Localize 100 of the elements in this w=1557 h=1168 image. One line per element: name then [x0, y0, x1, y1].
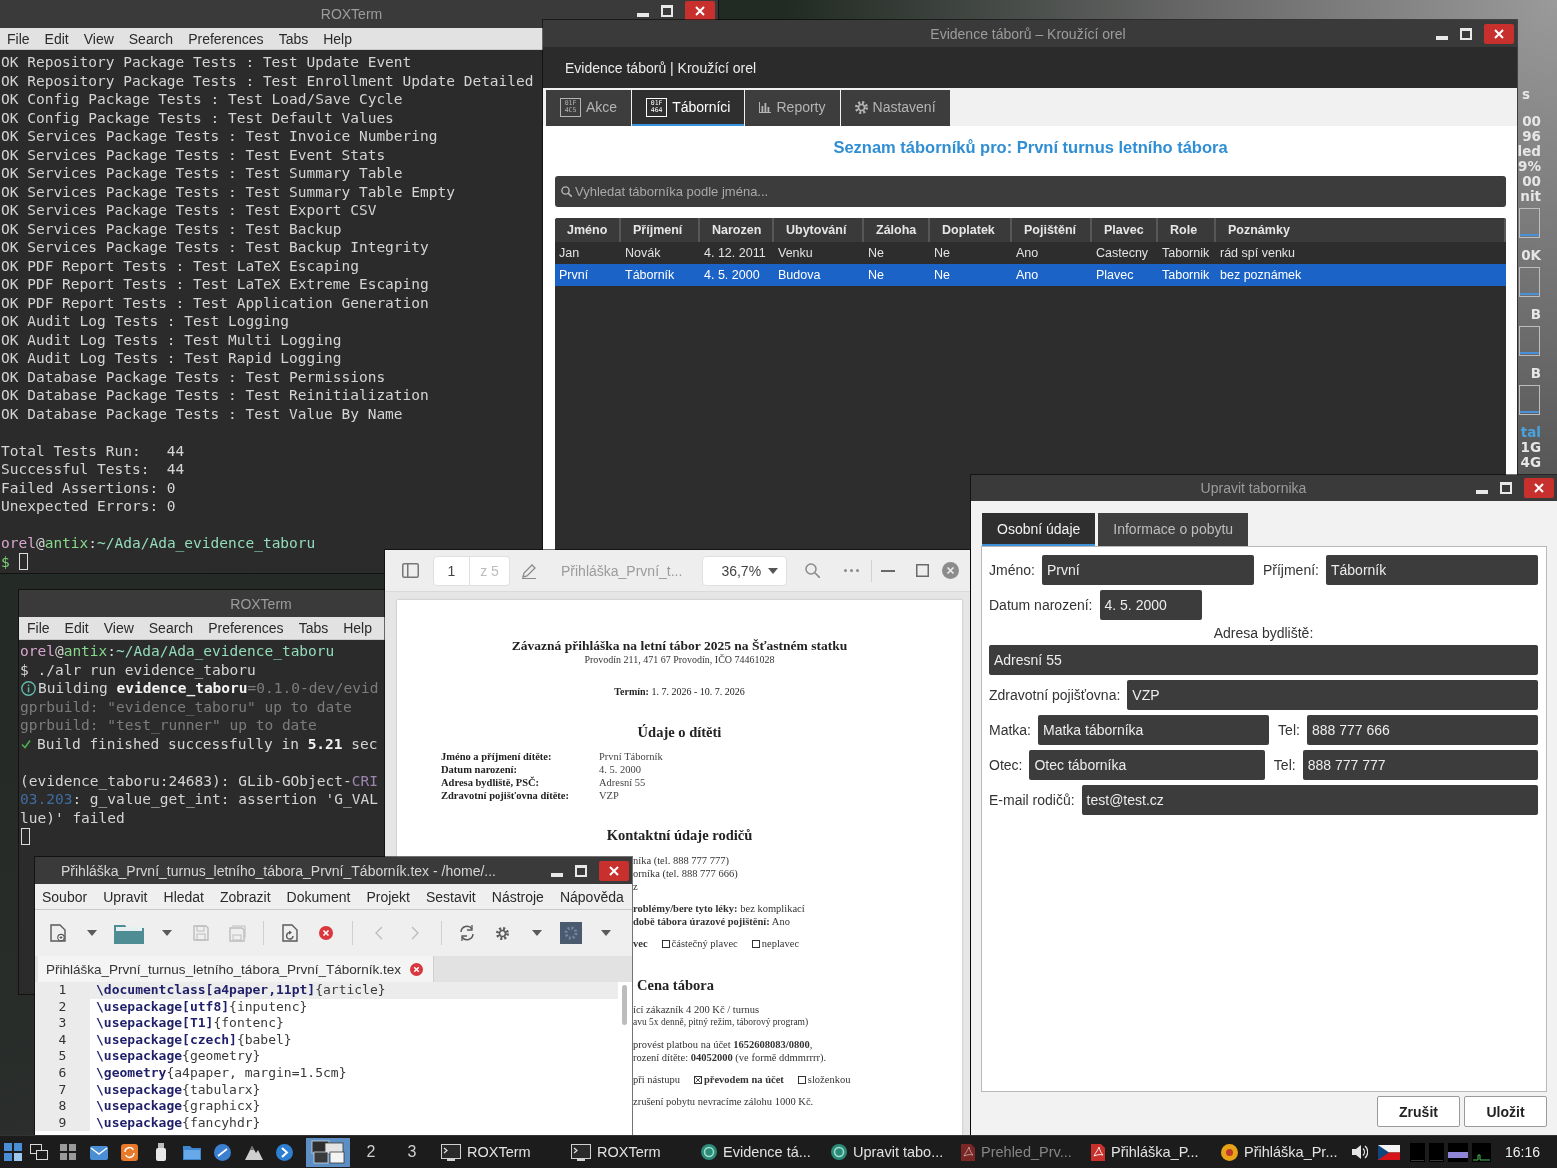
column-header[interactable]: Jméno — [555, 218, 621, 242]
close-button[interactable] — [599, 860, 629, 881]
taskbar-button[interactable]: Přihláška_Pr... — [1218, 1137, 1343, 1167]
mountain-icon[interactable] — [244, 1144, 263, 1160]
sidebar-toggle-icon[interactable] — [402, 563, 419, 578]
taskbar-button[interactable]: Prehled_Prv... — [958, 1137, 1083, 1167]
menu-item[interactable]: Tabs — [298, 620, 329, 636]
menu-item[interactable]: View — [103, 620, 134, 636]
windows-icon[interactable] — [30, 1144, 48, 1160]
close-file-icon[interactable] — [319, 926, 333, 940]
menu-item[interactable]: Nástroje — [491, 888, 544, 905]
text-field[interactable]: 888 777 666 — [1306, 715, 1538, 745]
dot-disc-icon[interactable] — [1221, 1143, 1238, 1161]
taskbar-button[interactable]: Upravit tabo... — [828, 1137, 953, 1167]
terminal-icon[interactable] — [441, 1143, 461, 1161]
table-row[interactable]: První Táborník 4. 5. 2000 Budova Ne Ne Ano Plavec Tabornik bez poznámek — [555, 264, 1506, 286]
envelope-icon[interactable] — [89, 1144, 108, 1160]
menu-item[interactable]: Help — [343, 620, 372, 636]
pencil-icon[interactable] — [521, 562, 537, 579]
close-icon[interactable] — [942, 562, 960, 579]
taskbar-button[interactable]: ROXTerm — [438, 1137, 563, 1167]
search-icon[interactable] — [805, 563, 821, 578]
ring-emblem-icon[interactable] — [831, 1144, 847, 1160]
reload-icon[interactable] — [459, 925, 475, 941]
workspace-button[interactable]: 2 — [350, 1137, 392, 1167]
pdf-file-icon[interactable] — [1091, 1143, 1105, 1161]
column-header[interactable]: Příjmení — [621, 218, 700, 242]
text-field[interactable]: test@test.cz — [1081, 785, 1538, 815]
column-header[interactable]: Narozen — [700, 218, 774, 242]
speaker-icon[interactable] — [1352, 1145, 1368, 1159]
close-button[interactable] — [1484, 23, 1514, 44]
close-button[interactable] — [685, 1, 715, 21]
menu-item[interactable]: Search — [148, 620, 194, 636]
text-field[interactable]: 888 777 777 — [1302, 750, 1538, 780]
menu-item[interactable]: Soubor — [42, 888, 88, 905]
taskbar-button[interactable]: ROXTerm — [568, 1137, 693, 1167]
menu-item[interactable]: Dokument — [286, 888, 351, 905]
column-header[interactable]: Doplatek — [930, 218, 1012, 242]
gear-icon[interactable] — [495, 926, 509, 940]
slash-circle-icon[interactable] — [214, 1143, 231, 1161]
app-grid-icon[interactable] — [4, 1143, 22, 1161]
menu-item[interactable]: Preferences — [208, 620, 284, 636]
column-header[interactable]: Pojištění — [1012, 218, 1092, 242]
menu-item[interactable]: Search — [128, 30, 174, 47]
tab[interactable]: Osobní údaje — [982, 513, 1096, 546]
menu-item[interactable]: Edit — [64, 620, 89, 636]
ring-emblem-icon[interactable] — [701, 1144, 717, 1160]
dialog-button[interactable]: Uložit — [1464, 1096, 1547, 1127]
text-field[interactable]: Matka táborníka — [1038, 715, 1270, 745]
pdf-file-icon[interactable] — [961, 1143, 975, 1161]
folder-icon[interactable] — [114, 922, 144, 944]
menu-item[interactable]: Preferences — [188, 30, 264, 47]
menu-item[interactable]: Zobrazit — [220, 888, 271, 905]
revert-file-icon[interactable] — [282, 924, 298, 942]
taskbar-button[interactable]: Přihláška_P... — [1088, 1137, 1213, 1167]
caret-down-icon[interactable] — [86, 930, 97, 936]
column-header[interactable]: Role — [1158, 218, 1216, 242]
text-field[interactable]: 4. 5. 2000 — [1099, 590, 1202, 620]
tab[interactable]: Nastavení — [840, 90, 950, 126]
refresh-icon[interactable] — [121, 1143, 138, 1161]
column-header[interactable]: Plavec — [1092, 218, 1158, 242]
text-field[interactable]: První — [1041, 555, 1254, 585]
menu-item[interactable]: Projekt — [366, 888, 410, 905]
text-field[interactable]: Táborník — [1325, 555, 1538, 585]
text-field[interactable]: Otec táborníka — [1029, 750, 1265, 780]
dialog-button[interactable]: Zrušit — [1377, 1096, 1460, 1127]
menu-item[interactable]: Hledat — [163, 888, 204, 905]
tab[interactable]: Reporty — [745, 90, 840, 126]
text-field[interactable]: Adresní 55 — [989, 645, 1538, 675]
table-row[interactable]: Jan Novák 4. 12. 2011 Venku Ne Ne Ano Castecny Tabornik rád spí venku — [555, 242, 1506, 264]
maximize-icon[interactable] — [916, 564, 930, 577]
zoom-dropdown[interactable]: 36,7% — [702, 555, 788, 586]
tab[interactable]: Informace o pobytu — [1098, 513, 1249, 546]
menu-item[interactable]: Upravit — [103, 888, 148, 905]
flag-icon[interactable] — [1378, 1144, 1400, 1160]
color-chooser-icon[interactable] — [560, 922, 582, 944]
more-icon[interactable] — [844, 569, 860, 572]
menu-item[interactable]: Help — [323, 30, 352, 47]
terminal-icon[interactable] — [571, 1143, 591, 1161]
chevron-circle-icon[interactable] — [276, 1143, 293, 1161]
menu-item[interactable]: View — [83, 30, 114, 47]
minimize-icon[interactable] — [881, 569, 896, 572]
caret-down-icon[interactable] — [161, 930, 172, 936]
column-header[interactable]: Ubytování — [774, 218, 864, 242]
grid-icon[interactable] — [59, 1144, 76, 1160]
workspace-button[interactable] — [306, 1137, 350, 1167]
column-header[interactable]: Záloha — [864, 218, 930, 242]
column-header[interactable]: Poznámky — [1216, 218, 1506, 242]
menu-item[interactable]: Nápověda — [559, 888, 624, 905]
menu-item[interactable]: Sestavit — [425, 888, 476, 905]
usb-stick-icon[interactable] — [155, 1143, 166, 1161]
caret-down-icon[interactable] — [600, 930, 611, 936]
menu-item[interactable]: Tabs — [278, 30, 309, 47]
menu-item[interactable]: File — [27, 620, 50, 636]
caret-down-icon[interactable] — [531, 930, 542, 936]
menu-item[interactable]: File — [7, 30, 30, 47]
page-number-field[interactable]: 1 — [433, 555, 470, 586]
text-field[interactable]: VZP — [1127, 680, 1538, 710]
file-tab[interactable]: Přihláška_První_turnus_letního_tábora_První_Táborník.tex — [38, 956, 434, 982]
search-field[interactable]: Vyhledat táborníka podle jména... — [555, 176, 1506, 207]
